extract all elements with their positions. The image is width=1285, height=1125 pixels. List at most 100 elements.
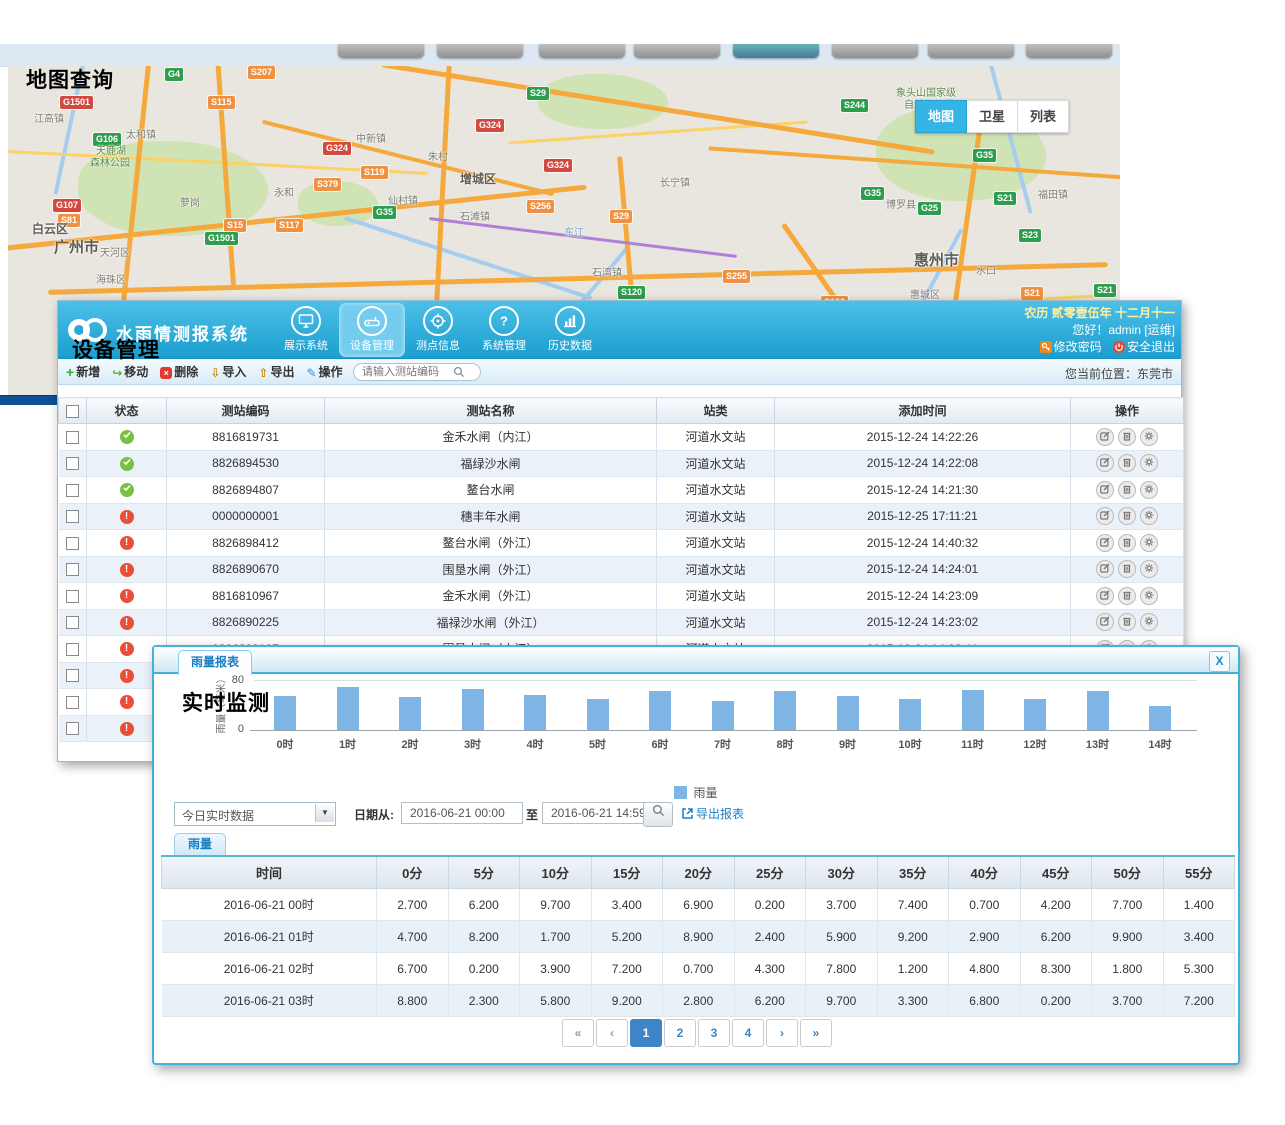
background-window-tab[interactable]: [1026, 44, 1112, 58]
settings-icon[interactable]: [1140, 613, 1158, 631]
toolbar-button-新增[interactable]: +新增: [66, 363, 100, 380]
edit-icon[interactable]: [1096, 428, 1114, 446]
period-select[interactable]: 今日实时数据 ▼: [174, 802, 336, 826]
map-type-button-[interactable]: 列表: [1018, 100, 1069, 133]
key-icon: [1040, 341, 1052, 358]
settings-icon[interactable]: [1140, 560, 1158, 578]
tab-rainfall-report[interactable]: 雨量报表: [178, 650, 252, 675]
trash-icon[interactable]: [1118, 507, 1136, 525]
change-password-link[interactable]: 修改密码: [1040, 340, 1102, 354]
row-checkbox[interactable]: [66, 590, 79, 603]
row-checkbox[interactable]: [66, 484, 79, 497]
nav-item-测点信息[interactable]: 测点信息: [405, 303, 471, 357]
nav-item-历史数据[interactable]: 历史数据: [537, 303, 603, 357]
road-badge: G107: [53, 199, 81, 212]
toolbar-button-操作[interactable]: ✎操作: [306, 363, 342, 380]
road-badge: S255: [723, 270, 750, 283]
settings-icon[interactable]: [1140, 428, 1158, 446]
rain-value-cell: 4.700: [377, 921, 449, 953]
x-tick-label: 2时: [388, 736, 432, 752]
background-window-tab[interactable]: [539, 44, 625, 58]
last-page-button[interactable]: »: [800, 1019, 832, 1047]
page-2-button[interactable]: 2: [664, 1019, 696, 1047]
trash-icon[interactable]: [1118, 481, 1136, 499]
settings-icon[interactable]: [1140, 534, 1158, 552]
road-badge: S120: [618, 286, 645, 299]
first-page-button[interactable]: «: [562, 1019, 594, 1047]
monitor-icon: [291, 306, 321, 336]
edit-icon[interactable]: [1096, 534, 1114, 552]
edit-icon[interactable]: [1096, 613, 1114, 631]
row-checkbox[interactable]: [66, 643, 79, 656]
row-checkbox[interactable]: [66, 616, 79, 629]
x-tick-label: 3时: [451, 736, 495, 752]
edit-icon[interactable]: [1096, 507, 1114, 525]
background-window-tab[interactable]: [733, 44, 819, 58]
road-badge: G324: [544, 159, 572, 172]
map-type-button-active[interactable]: 地图: [915, 100, 967, 133]
nav-item-设备管理[interactable]: 设备管理: [339, 303, 405, 357]
row-checkbox[interactable]: [66, 431, 79, 444]
background-window-tab[interactable]: [832, 44, 918, 58]
search-icon[interactable]: [453, 365, 465, 383]
power-icon: [1113, 341, 1125, 358]
page-1-button[interactable]: 1: [630, 1019, 662, 1047]
tab-rainfall[interactable]: 雨量: [174, 833, 226, 856]
road-badge: S115: [208, 96, 235, 109]
prev-page-button[interactable]: ‹: [596, 1019, 628, 1047]
settings-icon[interactable]: [1140, 507, 1158, 525]
settings-icon[interactable]: [1140, 454, 1158, 472]
status-error-icon: !: [120, 616, 134, 630]
close-icon[interactable]: X: [1209, 651, 1230, 672]
toolbar-button-移动[interactable]: ↪移动: [112, 363, 148, 380]
trash-icon[interactable]: [1118, 587, 1136, 605]
rain-value-cell: 5.900: [806, 921, 878, 953]
page-4-button[interactable]: 4: [732, 1019, 764, 1047]
background-window-tab[interactable]: [634, 44, 720, 58]
export-report-link[interactable]: 导出报表: [681, 805, 744, 823]
edit-icon[interactable]: [1096, 560, 1114, 578]
rain-column-header: 10分: [520, 856, 592, 889]
page-3-button[interactable]: 3: [698, 1019, 730, 1047]
table-cell: 2015-12-25 17:11:21: [775, 503, 1071, 530]
row-checkbox[interactable]: [66, 722, 79, 735]
chart-bar-4时: [524, 695, 546, 730]
nav-item-展示系统[interactable]: 展示系统: [273, 303, 339, 357]
settings-icon[interactable]: [1140, 587, 1158, 605]
logout-link[interactable]: 安全退出: [1113, 340, 1175, 354]
edit-icon[interactable]: [1096, 587, 1114, 605]
row-checkbox[interactable]: [66, 696, 79, 709]
toolbar-button-导出[interactable]: ⇧导出: [258, 363, 294, 380]
row-checkbox[interactable]: [66, 457, 79, 470]
select-all-checkbox[interactable]: [66, 405, 79, 418]
trash-icon[interactable]: [1118, 560, 1136, 578]
chart-bar-5时: [587, 699, 609, 730]
table-row: !8826890670围垦水闸（外江）河道水文站2015-12-24 14:24…: [59, 556, 1184, 583]
background-window-band: [0, 44, 1120, 67]
map-type-button-[interactable]: 卫星: [967, 100, 1018, 133]
row-checkbox[interactable]: [66, 669, 79, 682]
row-checkbox[interactable]: [66, 537, 79, 550]
trash-icon[interactable]: [1118, 613, 1136, 631]
chevron-down-icon: ▼: [315, 804, 334, 822]
settings-icon[interactable]: [1140, 481, 1158, 499]
trash-icon[interactable]: [1118, 428, 1136, 446]
toolbar-button-删除[interactable]: ×删除: [160, 363, 198, 380]
background-window-tab[interactable]: [437, 44, 523, 58]
date-from-input[interactable]: [401, 802, 523, 824]
toolbar-button-导入[interactable]: ⇩导入: [210, 363, 246, 380]
rain-value-cell: 3.700: [1092, 985, 1164, 1017]
road-badge: S21: [1094, 284, 1116, 297]
edit-icon[interactable]: [1096, 481, 1114, 499]
row-checkbox[interactable]: [66, 510, 79, 523]
search-button[interactable]: [643, 802, 673, 827]
row-checkbox[interactable]: [66, 563, 79, 576]
trash-icon[interactable]: [1118, 534, 1136, 552]
background-window-tab[interactable]: [928, 44, 1014, 58]
edit-icon[interactable]: [1096, 454, 1114, 472]
trash-icon[interactable]: [1118, 454, 1136, 472]
background-window-tab[interactable]: [338, 44, 424, 58]
table-cell: 河道水文站: [657, 530, 775, 557]
next-page-button[interactable]: ›: [766, 1019, 798, 1047]
nav-item-系统管理[interactable]: ?系统管理: [471, 303, 537, 357]
